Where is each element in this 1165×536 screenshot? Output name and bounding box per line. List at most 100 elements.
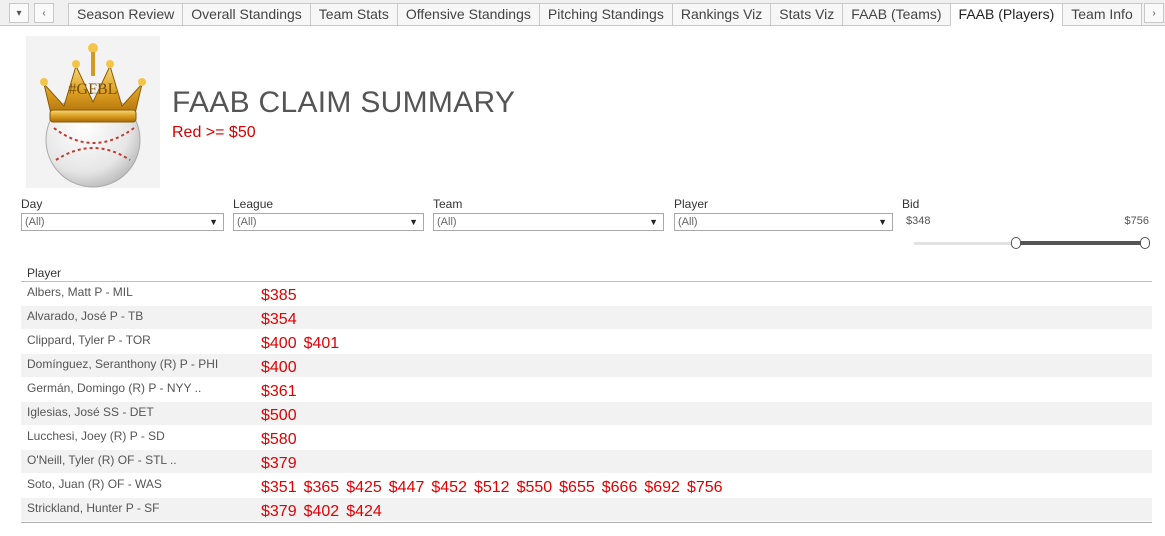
dropdown-arrow-icon: ▼ <box>649 217 658 227</box>
table-row[interactable]: Alvarado, José P - TB $354 <box>21 306 1152 330</box>
bid-label: Bid <box>902 197 920 211</box>
chevron-down-icon: ▾ <box>16 7 22 19</box>
filter-player-label: Player <box>674 197 709 211</box>
page-title: FAAB CLAIM SUMMARY <box>172 86 516 119</box>
bid-amount[interactable]: $655 <box>559 479 595 496</box>
dropdown-arrow-icon: ▼ <box>878 217 887 227</box>
table-row[interactable]: O'Neill, Tyler (R) OF - STL .. $379 <box>21 450 1152 474</box>
tab-offensive-standings[interactable]: Offensive Standings <box>396 3 539 26</box>
gfbl-logo: #GFBL <box>26 36 160 188</box>
chevron-right-icon: › <box>1152 7 1156 19</box>
bid-amount[interactable]: $361 <box>261 383 297 400</box>
bid-amount[interactable]: $354 <box>261 311 297 328</box>
bid-amount[interactable]: $425 <box>346 479 382 496</box>
bid-amount[interactable]: $692 <box>644 479 680 496</box>
filter-day: Day (All) ▼ <box>21 197 224 231</box>
dropdown-arrow-icon: ▼ <box>409 217 418 227</box>
faab-player-table: Player Albers, Matt P - MIL $385 Alvarado,… <box>21 265 1152 523</box>
bid-amount[interactable]: $379 <box>261 455 297 472</box>
bid-amount[interactable]: $351 <box>261 479 297 496</box>
tab-stats-viz[interactable]: Stats Viz <box>770 3 843 26</box>
day-dropdown[interactable]: (All) ▼ <box>21 213 224 231</box>
bid-amount[interactable]: $756 <box>687 479 723 496</box>
filter-league: League (All) ▼ <box>233 197 424 231</box>
table-body: Albers, Matt P - MIL $385 Alvarado, José P… <box>21 282 1152 523</box>
table-row[interactable]: Lucchesi, Joey (R) P - SD $580 <box>21 426 1152 450</box>
bid-range-slider[interactable] <box>914 237 1150 249</box>
slider-high-handle[interactable] <box>1140 237 1150 249</box>
tab-overall-standings[interactable]: Overall Standings <box>182 3 310 26</box>
table-row[interactable]: Strickland, Hunter P - SF $379 $402 $424 <box>21 498 1152 522</box>
bid-max-value: $756 <box>1124 215 1149 227</box>
bid-amount[interactable]: $402 <box>304 503 340 520</box>
player-name: Iglesias, José SS - DET <box>27 405 154 419</box>
bid-amounts: $400 <box>261 359 304 377</box>
slider-selected-range <box>1016 241 1145 245</box>
table-row[interactable]: Clippard, Tyler P - TOR $400 $401 <box>21 330 1152 354</box>
tab-team-stats[interactable]: Team Stats <box>309 3 397 26</box>
bid-amount[interactable]: $424 <box>346 503 382 520</box>
team-dropdown-value: (All) <box>437 216 457 228</box>
tab-faab-teams[interactable]: FAAB (Teams) <box>842 3 950 26</box>
league-dropdown-value: (All) <box>237 216 257 228</box>
player-name: Domínguez, Seranthony (R) P - PHI <box>27 357 219 371</box>
bid-range: $348 $756 <box>902 213 1152 229</box>
player-name: Alvarado, José P - TB <box>27 309 144 323</box>
tab-team-info[interactable]: Team Info <box>1062 3 1141 26</box>
player-name: Germán, Domingo (R) P - NYY .. <box>27 381 202 395</box>
filter-player: Player (All) ▼ <box>674 197 893 231</box>
player-name: Lucchesi, Joey (R) P - SD <box>27 429 165 443</box>
tab-faab-players[interactable]: FAAB (Players) <box>949 3 1063 26</box>
bid-amounts: $500 <box>261 407 304 425</box>
chevron-left-icon: ‹ <box>42 7 46 19</box>
tab-pitching-standings[interactable]: Pitching Standings <box>538 3 672 26</box>
slider-low-handle[interactable] <box>1011 237 1022 249</box>
column-header-player: Player <box>21 265 1152 282</box>
bid-amounts: $379 <box>261 455 304 473</box>
table-row[interactable]: Domínguez, Seranthony (R) P - PHI $400 <box>21 354 1152 378</box>
bid-amount[interactable]: $666 <box>602 479 638 496</box>
table-row[interactable]: Iglesias, José SS - DET $500 <box>21 402 1152 426</box>
bid-min-value: $348 <box>906 215 931 227</box>
tab-season-review[interactable]: Season Review <box>68 3 183 26</box>
team-dropdown[interactable]: (All) ▼ <box>433 213 664 231</box>
table-row[interactable]: Albers, Matt P - MIL $385 <box>21 282 1152 306</box>
filter-team-label: Team <box>433 197 463 211</box>
bid-amount[interactable]: $401 <box>304 335 340 352</box>
bid-filter: Bid $348 $756 <box>902 197 1152 249</box>
bid-amounts: $351 $365 $425 $447 $452 $512 $550 $655 $666 $692… <box>261 479 730 497</box>
tab-rankings-viz[interactable]: Rankings Viz <box>671 3 771 26</box>
tab-menu-button[interactable]: ▾ <box>9 3 29 23</box>
league-dropdown[interactable]: (All) ▼ <box>233 213 424 231</box>
bid-amounts: $354 <box>261 311 304 329</box>
bid-amount[interactable]: $379 <box>261 503 297 520</box>
player-name: O'Neill, Tyler (R) OF - STL .. <box>27 453 177 467</box>
table-row[interactable]: Germán, Domingo (R) P - NYY .. $361 <box>21 378 1152 402</box>
dropdown-arrow-icon: ▼ <box>209 217 218 227</box>
player-name: Strickland, Hunter P - SF <box>27 501 160 515</box>
bid-amount[interactable]: $512 <box>474 479 510 496</box>
tab-s[interactable]: S <box>1140 3 1143 26</box>
bid-amount[interactable]: $400 <box>261 359 297 376</box>
bid-amount[interactable]: $500 <box>261 407 297 424</box>
player-dropdown-value: (All) <box>678 216 698 228</box>
bid-amount[interactable]: $452 <box>431 479 467 496</box>
filter-league-label: League <box>233 197 274 211</box>
bid-amounts: $361 <box>261 383 304 401</box>
bid-amounts: $385 <box>261 287 304 305</box>
sheet-tab-bar: ▾ ‹ Season Review Overall Standings Team S… <box>0 0 1165 26</box>
tab-prev-button[interactable]: ‹ <box>34 3 54 23</box>
page-subtitle: Red >= $50 <box>172 124 256 141</box>
table-row[interactable]: Soto, Juan (R) OF - WAS $351 $365 $425 $447 $… <box>21 474 1152 498</box>
bid-amount[interactable]: $365 <box>304 479 340 496</box>
bid-amounts: $379 $402 $424 <box>261 503 389 521</box>
bid-amount[interactable]: $400 <box>261 335 297 352</box>
tab-next-button[interactable]: › <box>1144 3 1164 23</box>
bid-amount[interactable]: $580 <box>261 431 297 448</box>
player-name: Soto, Juan (R) OF - WAS <box>27 477 162 491</box>
player-dropdown[interactable]: (All) ▼ <box>674 213 893 231</box>
bid-amount[interactable]: $447 <box>389 479 425 496</box>
bid-amount[interactable]: $550 <box>517 479 553 496</box>
player-name: Albers, Matt P - MIL <box>27 285 133 299</box>
bid-amount[interactable]: $385 <box>261 287 297 304</box>
